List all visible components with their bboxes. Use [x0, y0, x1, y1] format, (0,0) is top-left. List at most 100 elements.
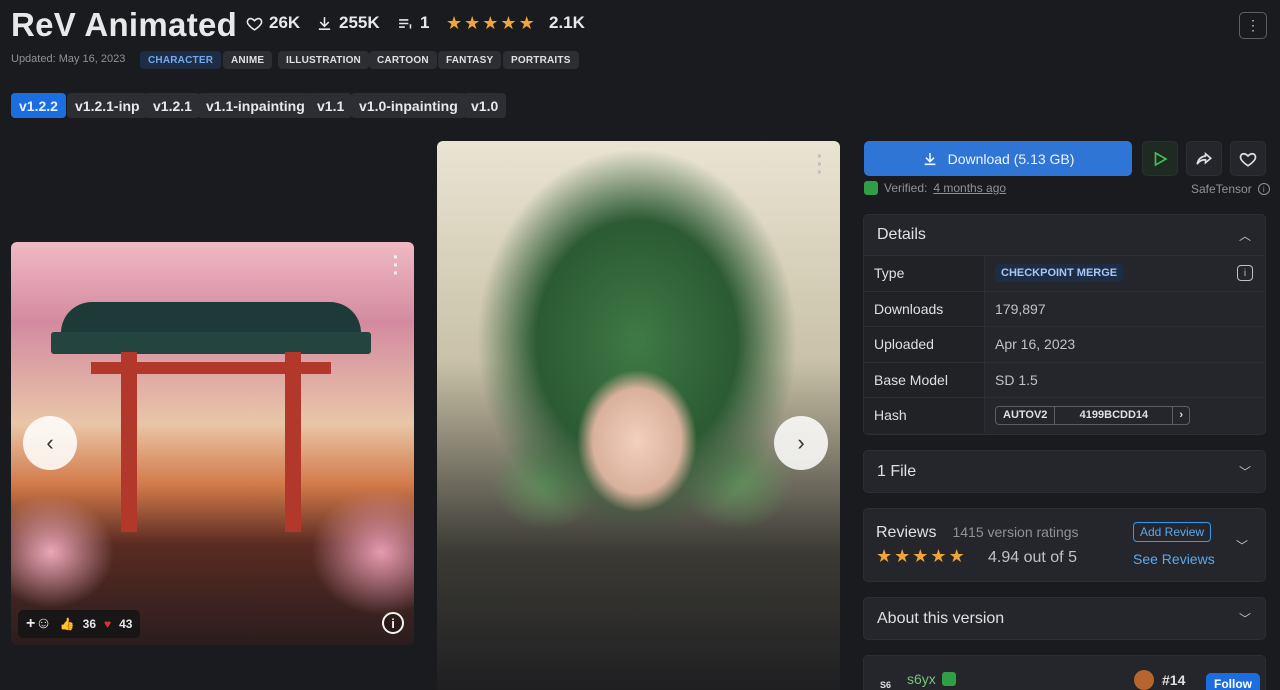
chevron-right-icon[interactable]: ›: [1173, 407, 1189, 424]
play-icon: [1154, 151, 1168, 166]
likes-count: 26K: [269, 13, 301, 32]
next-image-button[interactable]: ›: [774, 416, 828, 470]
verified-shield-icon: [864, 181, 878, 195]
download-label: Download (5.13 GB): [947, 150, 1075, 167]
add-review-button[interactable]: Add Review: [1133, 522, 1212, 542]
chevron-left-icon: ‹: [46, 430, 54, 455]
detail-key: Base Model: [864, 362, 985, 397]
heart-icon: [246, 17, 263, 31]
star-icon: ★: [482, 13, 499, 33]
previous-image-button[interactable]: ‹: [23, 416, 77, 470]
verified-status: Verified: 4 months ago: [864, 181, 1006, 195]
star-icon: ★: [948, 546, 965, 566]
hash-type[interactable]: AUTOV2: [996, 406, 1056, 424]
reviews-count: 1415 version ratings: [952, 524, 1079, 540]
downloads-stat: 255K: [316, 13, 380, 33]
kebab-icon: ⋮: [1246, 17, 1260, 33]
version-tab[interactable]: v1.2.1-inp: [67, 93, 148, 118]
tag-anime[interactable]: ANIME: [223, 51, 273, 69]
detail-key: Uploaded: [864, 327, 985, 362]
detail-row-base-model: Base Model SD 1.5: [864, 361, 1265, 397]
tag-portraits[interactable]: PORTRAITS: [503, 51, 579, 69]
heart-reaction-icon[interactable]: ♥: [104, 617, 111, 631]
reviews-title: Reviews: [876, 524, 937, 541]
rank-icon: [1134, 670, 1154, 690]
detail-key: Type: [864, 256, 985, 291]
details-header[interactable]: Details ︿: [864, 215, 1265, 255]
download-icon: [924, 152, 935, 165]
tag-character[interactable]: CHARACTER: [140, 51, 222, 69]
info-icon[interactable]: i: [1237, 265, 1253, 282]
versions-count: 1: [420, 13, 430, 32]
tag-cartoon[interactable]: CARTOON: [369, 51, 437, 69]
chevron-right-icon: ›: [797, 430, 805, 455]
likes-stat[interactable]: 26K: [246, 13, 300, 33]
version-tab[interactable]: v1.1-inpainting: [198, 93, 313, 118]
reaction-bar[interactable]: +☺ 👍 36 ♥ 43: [18, 610, 141, 638]
files-title: 1 File: [877, 462, 917, 480]
rating-count: 2.1K: [549, 13, 585, 32]
version-tab[interactable]: v1.0-inpainting: [351, 93, 466, 118]
detail-value: SD 1.5: [995, 371, 1038, 388]
detail-value: Apr 16, 2023: [995, 336, 1076, 353]
star-icon: ★: [894, 546, 911, 566]
more-menu-button[interactable]: ⋮: [1239, 12, 1267, 39]
download-icon: [318, 16, 331, 30]
star-icon: ★: [446, 13, 463, 33]
tag-fantasy[interactable]: FANTASY: [438, 51, 502, 69]
chevron-down-icon: ﹀: [1238, 465, 1251, 479]
about-panel[interactable]: About this version ﹀: [863, 597, 1266, 640]
image-menu-icon[interactable]: · · ·: [815, 147, 825, 183]
download-button[interactable]: Download (5.13 GB): [864, 141, 1132, 176]
downloads-count: 255K: [339, 13, 380, 32]
chevron-down-icon[interactable]: ﹀: [1236, 537, 1248, 554]
star-icon: ★: [464, 13, 481, 33]
detail-key: Hash: [864, 398, 985, 433]
gallery-image-portrait[interactable]: · · ·: [437, 141, 840, 690]
reviews-panel: Reviews 1415 version ratings ★ ★ ★ ★ ★ 4.94 …: [863, 508, 1266, 582]
chevron-down-icon: ﹀: [1238, 612, 1251, 626]
about-title: About this version: [877, 609, 1005, 627]
verified-date-link[interactable]: 4 months ago: [933, 181, 1006, 195]
info-icon[interactable]: i: [1257, 183, 1270, 195]
files-panel[interactable]: 1 File ﹀: [863, 450, 1266, 493]
type-badge: CHECKPOINT MERGE: [995, 264, 1124, 283]
version-tab[interactable]: v1.1: [309, 93, 353, 118]
add-reaction-icon[interactable]: +☺: [26, 615, 52, 633]
version-tab[interactable]: v1.0: [463, 93, 507, 118]
version-tab[interactable]: v1.2.2: [11, 93, 66, 118]
rating-stars: ★ ★ ★ ★ ★: [446, 14, 535, 32]
details-title: Details: [877, 226, 926, 243]
share-button[interactable]: [1186, 141, 1222, 176]
verified-prefix: Verified:: [884, 181, 928, 195]
tag-illustration[interactable]: ILLUSTRATION: [278, 51, 369, 69]
creator-rank: #14: [1162, 672, 1186, 688]
hash-value[interactable]: 4199BCDD14: [1055, 406, 1174, 424]
review-stars: ★ ★ ★ ★ ★: [876, 546, 965, 567]
creator-name[interactable]: s6yx: [907, 671, 936, 687]
star-icon: ★: [518, 13, 535, 33]
run-button[interactable]: [1142, 141, 1178, 176]
image-menu-icon[interactable]: · · ·: [391, 248, 401, 284]
creator-panel: S6 s6yx #14 Follow: [863, 655, 1266, 690]
favorite-button[interactable]: [1230, 141, 1266, 176]
page-title: ReV Animated: [11, 6, 238, 43]
detail-row-uploaded: Uploaded Apr 16, 2023: [864, 326, 1265, 362]
details-panel: Details ︿ Type CHECKPOINT MERGE i Downlo…: [863, 214, 1266, 435]
creator-avatar[interactable]: S6: [880, 680, 891, 690]
star-icon: ★: [876, 546, 893, 566]
detail-key: Downloads: [864, 291, 985, 326]
version-tab[interactable]: v1.2.1: [145, 93, 200, 118]
detail-row-downloads: Downloads 179,897: [864, 290, 1265, 326]
hash-selector[interactable]: AUTOV2 4199BCDD14 ›: [995, 405, 1191, 425]
see-reviews-link[interactable]: See Reviews: [1133, 551, 1215, 567]
updated-date: Updated: May 16, 2023: [11, 53, 126, 65]
safetensor-label: SafeTensor i: [1191, 182, 1270, 196]
detail-row-hash: Hash AUTOV2 4199BCDD14 ›: [864, 397, 1265, 433]
detail-value: 179,897: [995, 300, 1046, 317]
follow-button[interactable]: Follow: [1206, 673, 1260, 690]
image-info-icon[interactable]: i: [382, 612, 404, 634]
chevron-up-icon: ︿: [1238, 228, 1251, 243]
thumbs-up-icon[interactable]: 👍: [60, 617, 75, 631]
hearts-reaction-count: 43: [119, 617, 133, 631]
